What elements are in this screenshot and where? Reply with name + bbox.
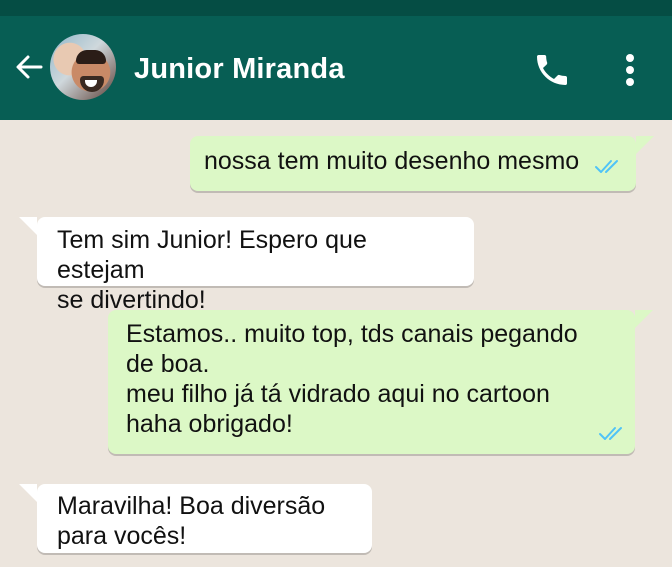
avatar[interactable] (50, 34, 116, 100)
message-bubble-outgoing[interactable]: Estamos.. muito top, tds canais pegando … (108, 310, 653, 454)
contact-name[interactable]: Junior Miranda (134, 53, 345, 86)
bubble-tail (635, 310, 653, 328)
bubble-tail (636, 136, 654, 154)
bubble-tail (19, 484, 37, 502)
message-text: nossa tem muito desenho mesmo (204, 147, 580, 175)
message-bubble-outgoing[interactable]: nossa tem muito desenho mesmo (190, 136, 654, 191)
arrow-left-icon[interactable] (14, 52, 44, 82)
chat-header: Junior Miranda (0, 16, 672, 120)
more-vertical-icon[interactable] (616, 50, 644, 90)
message-bubble-incoming[interactable]: Tem sim Junior! Espero que estejam se di… (19, 217, 474, 314)
message-bubble-incoming[interactable]: Maravilha! Boa diversão para vocês! (19, 484, 372, 553)
message-text: Maravilha! Boa diversão para vocês! (57, 492, 326, 550)
message-text: Tem sim Junior! Espero que estejam se di… (57, 226, 367, 314)
status-bar (0, 0, 672, 16)
double-check-read-icon (595, 160, 618, 173)
phone-icon[interactable] (532, 50, 572, 90)
bubble-tail (19, 217, 37, 235)
double-check-read-icon (599, 427, 622, 440)
message-text: Estamos.. muito top, tds canais pegando … (126, 320, 578, 438)
